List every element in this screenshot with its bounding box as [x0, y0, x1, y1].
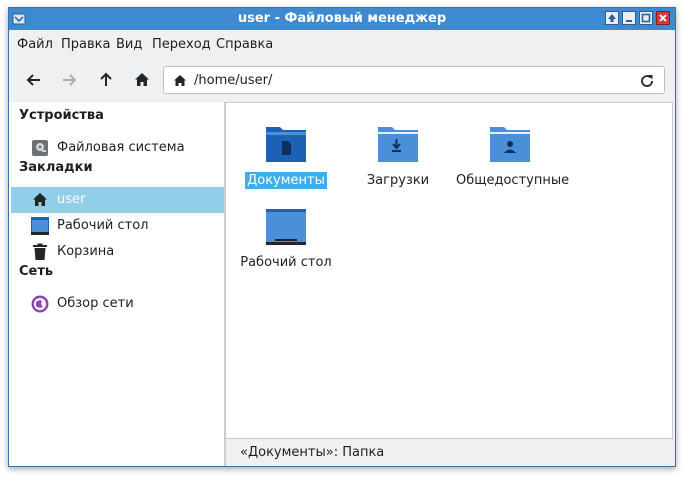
location-path[interactable]: /home/user/ — [194, 73, 272, 88]
title-bar[interactable]: user - Файловый менеджер — [9, 8, 675, 30]
sidebar-item-desktop[interactable]: Рабочий стол — [11, 213, 224, 239]
menu-file[interactable]: Файл — [17, 37, 53, 52]
file-item-desktop[interactable]: Рабочий стол — [230, 197, 342, 277]
toolbar: /home/user/ — [9, 58, 675, 102]
file-item-label: Рабочий стол — [240, 255, 332, 270]
home-button[interactable] — [131, 69, 153, 91]
file-item-downloads[interactable]: Загрузки — [342, 115, 454, 195]
sidebar-item-trash[interactable]: Корзина — [11, 239, 224, 265]
reload-icon[interactable] — [638, 72, 656, 90]
menu-go[interactable]: Переход — [152, 37, 211, 52]
arrow-right-icon — [63, 74, 77, 86]
up-button[interactable] — [95, 69, 117, 91]
menu-edit[interactable]: Правка — [61, 37, 110, 52]
sidebar-section-devices: Устройства — [19, 108, 104, 123]
folder-downloads-icon — [378, 127, 418, 162]
sidebar-item-label: Обзор сети — [57, 296, 134, 311]
arrow-up-icon — [100, 72, 112, 86]
back-button[interactable] — [23, 69, 45, 91]
file-view[interactable]: Документы Загрузки Общедоступные Рабочий… — [225, 102, 673, 439]
maximize-icon — [641, 13, 651, 23]
sidebar-item-label: user — [57, 192, 86, 207]
location-bar[interactable]: /home/user/ — [163, 66, 665, 94]
menu-help[interactable]: Справка — [216, 37, 273, 52]
sidebar-item-filesystem[interactable]: Файловая система — [11, 135, 224, 161]
trash-icon — [33, 243, 47, 260]
menu-view[interactable]: Вид — [116, 37, 142, 52]
window-title: user - Файловый менеджер — [237, 11, 447, 26]
network-icon — [31, 295, 49, 313]
arrow-left-icon — [26, 74, 40, 86]
status-bar: «Документы»: Папка — [225, 439, 673, 466]
file-item-label: Загрузки — [366, 173, 430, 188]
sidebar-section-network: Сеть — [19, 264, 54, 279]
file-item-documents[interactable]: Документы — [230, 115, 342, 195]
folder-desktop-icon — [266, 209, 306, 245]
file-item-label: Общедоступные — [456, 173, 570, 188]
desktop-icon — [31, 217, 49, 235]
minimize-button[interactable] — [622, 11, 636, 25]
sidebar: Устройства Файловая система Закладки use… — [9, 102, 225, 466]
minimize-icon — [626, 20, 632, 22]
home-icon — [33, 193, 47, 206]
forward-button[interactable] — [58, 69, 80, 91]
sidebar-item-user[interactable]: user — [11, 187, 224, 213]
home-icon — [135, 73, 149, 86]
folder-public-icon — [490, 127, 530, 162]
sidebar-section-bookmarks: Закладки — [19, 160, 93, 175]
folder-documents-icon — [266, 127, 306, 162]
file-manager-window: user - Файловый менеджер Файл Правка Вид… — [8, 7, 676, 467]
sidebar-item-label: Корзина — [57, 244, 115, 259]
close-button[interactable] — [656, 11, 670, 25]
keep-above-button[interactable] — [605, 11, 619, 25]
file-item-public[interactable]: Общедоступные — [454, 115, 570, 195]
arrow-up-icon — [608, 14, 616, 22]
status-text: «Документы»: Папка — [240, 445, 385, 460]
file-item-label: Документы — [245, 172, 327, 189]
menu-bar: Файл Правка Вид Переход Справка — [9, 30, 675, 58]
sidebar-item-label: Рабочий стол — [57, 218, 149, 233]
sidebar-item-network-browse[interactable]: Обзор сети — [11, 291, 224, 317]
close-icon — [659, 14, 667, 22]
sidebar-item-label: Файловая система — [57, 140, 185, 155]
drive-icon — [32, 140, 48, 156]
maximize-button[interactable] — [639, 11, 653, 25]
home-icon — [174, 75, 186, 86]
